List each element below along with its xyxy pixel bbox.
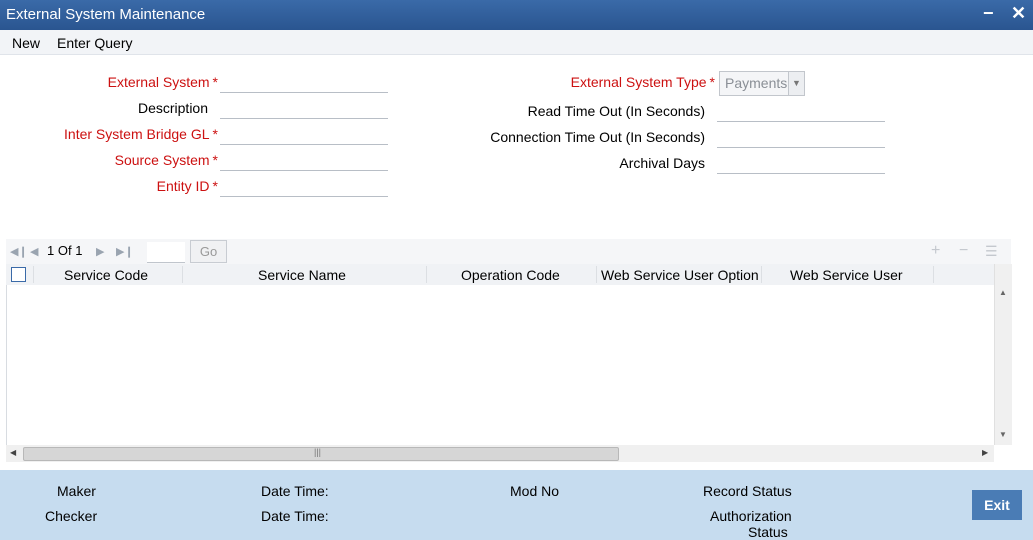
checker-label: Checker [45,508,98,524]
scroll-up-icon[interactable]: ▲ [999,288,1007,297]
minimize-icon[interactable]: − [983,3,994,24]
horizontal-scrollbar[interactable]: ◀ ||| ▶ [6,445,994,462]
scroll-down-icon[interactable]: ▼ [999,430,1007,439]
external-system-label: External System * [107,74,218,90]
entity-id-label: Entity ID * [156,178,218,194]
column-operation-code[interactable]: Operation Code [461,267,560,283]
maker-date-time-label: Date Time: [261,483,329,499]
required-marker: * [212,126,218,142]
menu-bar: New Enter Query [0,30,1033,55]
scrollbar-thumb[interactable]: ||| [23,447,619,461]
external-system-type-value: Payments [725,75,788,91]
external-system-type-label: External System Type * [570,74,715,90]
close-icon[interactable]: ✕ [1011,3,1026,24]
description-label: Description [137,100,208,116]
description-field[interactable] [220,98,388,119]
audit-footer: Maker Checker Date Time: Date Time: Mod … [0,470,1033,540]
connection-timeout-field[interactable] [717,127,885,148]
single-view-icon[interactable]: ☰ [985,243,998,260]
record-status-label: Record Status [703,483,792,499]
next-page-icon[interactable]: ▶ [96,245,104,258]
checker-date-time-label: Date Time: [261,508,329,524]
entity-id-field[interactable] [220,176,388,197]
authorization-status-label-line1: Authorization [710,508,792,524]
read-timeout-label: Read Time Out (In Seconds) [527,103,705,119]
select-all-checkbox[interactable] [11,267,26,282]
grid-body [6,285,995,445]
scroll-left-icon[interactable]: ◀ [10,448,16,457]
grid-toolbar: ◀❙ ◀ 1 Of 1 ▶ ▶❙ Go + − ☰ [6,239,1011,264]
archival-days-label: Archival Days [619,155,705,171]
authorization-status-label-line2: Status [748,524,788,540]
add-row-icon[interactable]: + [931,242,940,260]
mod-no-label: Mod No [510,483,560,499]
archival-days-field[interactable] [717,153,885,174]
go-button[interactable]: Go [190,240,227,263]
source-system-label: Source System * [114,152,218,168]
grid-header: Service Code Service Name Operation Code… [6,264,994,286]
external-system-field[interactable] [220,72,388,93]
services-grid: ◀❙ ◀ 1 Of 1 ▶ ▶❙ Go + − ☰ Service Code S… [6,239,1012,462]
scroll-right-icon[interactable]: ▶ [982,448,988,457]
connection-timeout-label: Connection Time Out (In Seconds) [490,129,705,145]
grip-icon: ||| [314,447,322,457]
vertical-scrollbar[interactable]: ▲ ▼ [994,264,1012,445]
title-bar: External System Maintenance − ✕ [0,0,1033,30]
menu-enter-query[interactable]: Enter Query [57,35,132,51]
exit-button[interactable]: Exit [972,490,1022,520]
chevron-down-icon[interactable]: ▼ [788,72,804,95]
read-timeout-field[interactable] [717,101,885,122]
window-title: External System Maintenance [6,6,206,23]
page-indicator: 1 Of 1 [47,243,83,258]
required-marker: * [212,178,218,194]
external-system-type-select[interactable]: Payments ▼ [719,71,805,96]
column-web-service-user-option[interactable]: Web Service User Option [601,267,759,283]
source-system-field[interactable] [220,150,388,171]
delete-row-icon[interactable]: − [959,242,968,260]
first-page-icon[interactable]: ◀❙ [10,245,28,258]
inter-system-bridge-gl-field[interactable] [220,124,388,145]
required-marker: * [212,152,218,168]
menu-new[interactable]: New [12,35,40,51]
page-number-input[interactable] [147,242,185,263]
column-service-code[interactable]: Service Code [64,267,148,283]
required-marker: * [212,74,218,90]
column-service-name[interactable]: Service Name [258,267,346,283]
required-marker: * [709,74,715,90]
previous-page-icon[interactable]: ◀ [30,245,38,258]
maker-label: Maker [57,483,96,499]
column-web-service-user[interactable]: Web Service User [790,267,903,283]
inter-system-bridge-gl-label: Inter System Bridge GL * [64,126,218,142]
last-page-icon[interactable]: ▶❙ [116,245,134,258]
